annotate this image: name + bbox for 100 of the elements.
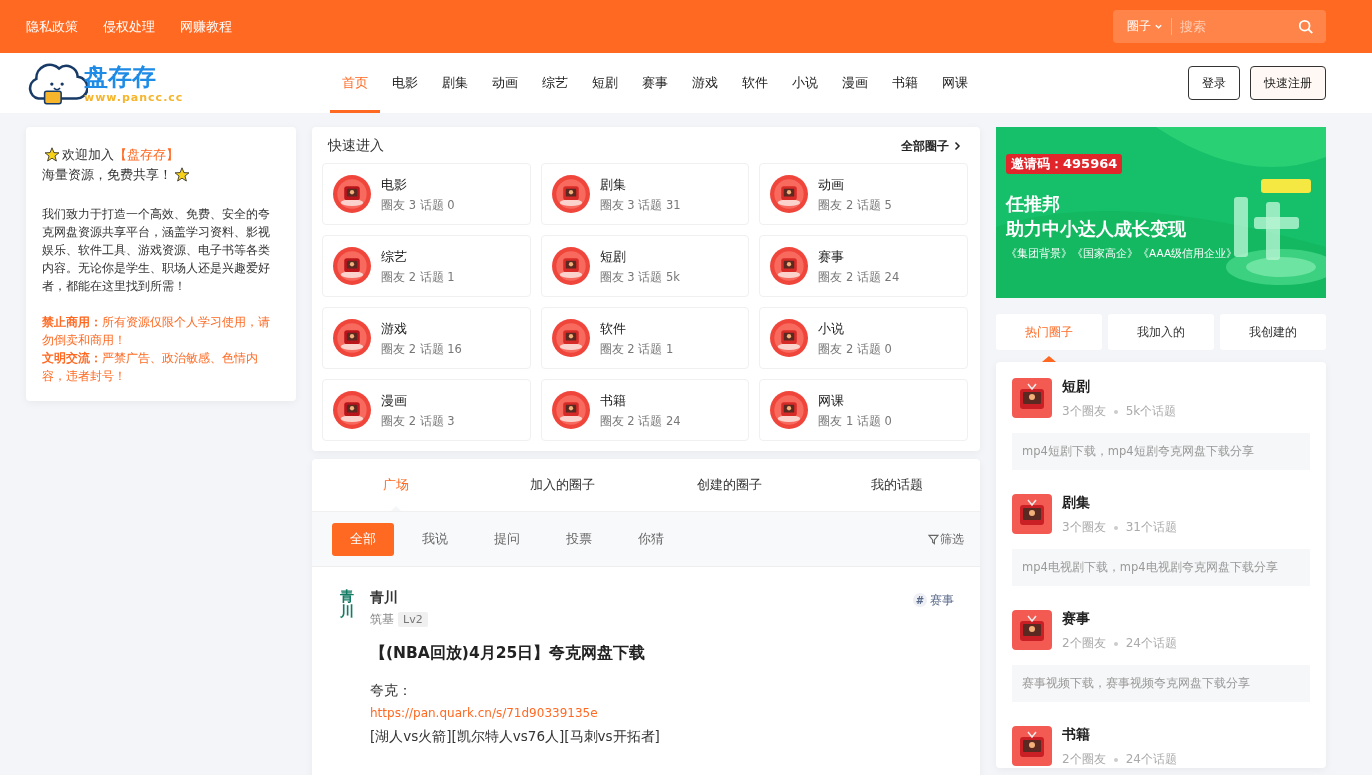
circle-name[interactable]: 剧集 [1062, 494, 1177, 512]
all-circles-link[interactable]: 全部圈子 [901, 137, 962, 155]
circle-name[interactable]: 赛事 [1062, 610, 1177, 628]
circle-tile[interactable]: 书籍 圈友 2 话题 24 [540, 379, 750, 441]
circle-tile[interactable]: 软件 圈友 2 话题 1 [540, 307, 750, 369]
topic-count: 31个话题 [1125, 519, 1177, 536]
circle-stats: 圈友 3 话题 5k [599, 269, 680, 285]
welcome-text: 欢迎加入 [62, 146, 114, 164]
circle-tile[interactable]: 动画 圈友 2 话题 5 [759, 163, 968, 225]
nav-link[interactable]: 软件 [730, 53, 780, 113]
logo-url: www.pancc.cc [84, 90, 184, 104]
circle-tile[interactable]: 游戏 圈友 2 话题 16 [322, 307, 531, 369]
member-count: 2个圈友 [1062, 751, 1106, 768]
intro-paragraph: 我们致力于打造一个高效、免费、安全的夸克网盘资源共享平台，涵盖学习资料、影视娱乐、软件工具、游戏资源、电子书等各类内容。无论你是学生、职场人还是兴趣爱好者，都能在这里找到所需！ [42, 206, 271, 295]
circle-stats: 圈友 2 话题 0 [818, 341, 892, 357]
nav-link[interactable]: 剧集 [430, 53, 480, 113]
nav-link[interactable]: 赛事 [630, 53, 680, 113]
post-text: 夸克： [370, 681, 412, 700]
banner-subtitle: 《集团背景》《国家高企》《AAA级信用企业》 [1006, 247, 1238, 261]
nav-link[interactable]: 综艺 [530, 53, 580, 113]
circle-name: 剧集 [599, 175, 627, 194]
circle-stats: 圈友 2 话题 1 [599, 341, 674, 357]
side-tab[interactable]: 我加入的 [1108, 314, 1214, 350]
circle-name: 动画 [818, 175, 846, 194]
circle-stats: 圈友 2 话题 24 [599, 413, 681, 429]
member-count: 3个圈友 [1062, 403, 1106, 420]
tagline: 海量资源，免费共享！ [42, 166, 172, 184]
circle-description: mp4电视剧下载，mp4电视剧夸克网盘下载分享 [1012, 549, 1310, 586]
circle-tile[interactable]: 网课 圈友 1 话题 0 [759, 379, 968, 441]
topic-tag[interactable]: # 赛事 [913, 591, 954, 609]
circle-description: 赛事视频下载，赛事视频夸克网盘下载分享 [1012, 665, 1310, 702]
circle-name[interactable]: 书籍 [1062, 726, 1177, 744]
rule-notice: 文明交流：严禁广告、政治敏感、色情内容，违者封号！ [42, 350, 259, 385]
nav-link[interactable]: 网课 [930, 53, 980, 113]
brand-name: 【盘存存】 [114, 146, 179, 164]
filter-chip[interactable]: 提问 [476, 522, 538, 556]
nav-link[interactable]: 小说 [780, 53, 830, 113]
filter-chip[interactable]: 我说 [404, 522, 466, 556]
circle-name: 电影 [381, 175, 408, 194]
author-name[interactable]: 青川 [370, 589, 398, 605]
star-icon [174, 167, 190, 183]
funnel-icon [928, 533, 939, 545]
post-text: [湖人vs火箭][凯尔特人vs76人][马刺vs开拓者] [370, 727, 660, 746]
invite-code: 邀请码：495964 [1006, 154, 1123, 174]
member-count: 2个圈友 [1062, 635, 1106, 652]
circle-tile[interactable]: 小说 圈友 2 话题 0 [759, 307, 968, 369]
circle-tile[interactable]: 综艺 圈友 2 话题 1 [322, 235, 531, 297]
circle-name: 短剧 [599, 247, 627, 266]
level-badge: Lv2 [398, 612, 428, 627]
feed-tab[interactable]: 加入的圈子 [479, 459, 646, 511]
circle-name: 小说 [818, 319, 846, 338]
feed-tab[interactable]: 创建的圈子 [646, 459, 813, 511]
banner-headline: 任推邦 [1006, 193, 1060, 216]
member-count: 3个圈友 [1062, 519, 1106, 536]
feed-tab[interactable]: 我的话题 [813, 459, 980, 511]
nav-link[interactable]: 电影 [380, 53, 430, 113]
login-button[interactable]: 登录 [1188, 66, 1240, 100]
circle-name: 赛事 [818, 247, 846, 266]
nav-link[interactable]: 漫画 [830, 53, 880, 113]
rule-notice: 禁止商用：所有资源仅限个人学习使用，请勿倒卖和商用！ [42, 314, 271, 349]
star-icon [44, 147, 60, 163]
banner-headline: 助力中小达人成长变现 [1006, 218, 1186, 241]
topic-count: 24个话题 [1125, 751, 1177, 768]
filter-button[interactable]: 筛选 [928, 530, 964, 548]
circle-tile[interactable]: 剧集 圈友 3 话题 31 [540, 163, 750, 225]
circle-stats: 圈友 1 话题 0 [818, 413, 892, 429]
circle-name: 软件 [599, 319, 627, 338]
nav-link[interactable]: 书籍 [880, 53, 930, 113]
chevron-down-icon [1154, 22, 1163, 31]
filter-chip[interactable]: 你猜 [620, 522, 682, 556]
circle-name: 综艺 [381, 247, 408, 266]
circle-name[interactable]: 短剧 [1062, 378, 1177, 396]
section-title: 快速进入 [328, 137, 384, 155]
author-avatar: 青川 [340, 589, 354, 622]
side-tab[interactable]: 我创建的 [1220, 314, 1326, 350]
circle-stats: 圈友 2 话题 24 [818, 269, 900, 285]
nav-link[interactable]: 短剧 [580, 53, 630, 113]
filter-chip[interactable]: 投票 [548, 522, 610, 556]
circle-tile[interactable]: 电影 圈友 3 话题 0 [322, 163, 531, 225]
ad-banner[interactable]: 邀请码：495964 任推邦 助力中小达人成长变现 《集团背景》《国家高企》《AAA级信用企业》 [996, 127, 1326, 298]
search-icon[interactable] [1298, 18, 1314, 35]
chevron-right-icon [952, 141, 962, 151]
circle-name: 漫画 [381, 391, 408, 410]
logo-title: 盘存存 [84, 62, 157, 91]
circle-name: 网课 [818, 391, 846, 410]
circle-tile[interactable]: 短剧 圈友 3 话题 5k [540, 235, 750, 297]
circle-stats: 圈友 2 话题 1 [381, 269, 455, 285]
circle-name: 游戏 [381, 319, 408, 338]
topic-count: 24个话题 [1125, 635, 1177, 652]
circle-tile[interactable]: 漫画 圈友 2 话题 3 [322, 379, 531, 441]
circle-stats: 圈友 3 话题 31 [599, 197, 681, 213]
nav-link[interactable]: 动画 [480, 53, 530, 113]
circle-stats: 圈友 2 话题 5 [818, 197, 892, 213]
circle-description: mp4短剧下载，mp4短剧夸克网盘下载分享 [1012, 433, 1310, 470]
post-title[interactable]: 【(NBA回放)4月25日】夸克网盘下载 [370, 643, 646, 664]
author-rank: 筑基 [370, 611, 394, 628]
topic-count: 5k个话题 [1125, 403, 1177, 420]
register-button[interactable]: 快速注册 [1250, 66, 1326, 100]
nav-link[interactable]: 游戏 [680, 53, 730, 113]
circle-tile[interactable]: 赛事 圈友 2 话题 24 [759, 235, 968, 297]
